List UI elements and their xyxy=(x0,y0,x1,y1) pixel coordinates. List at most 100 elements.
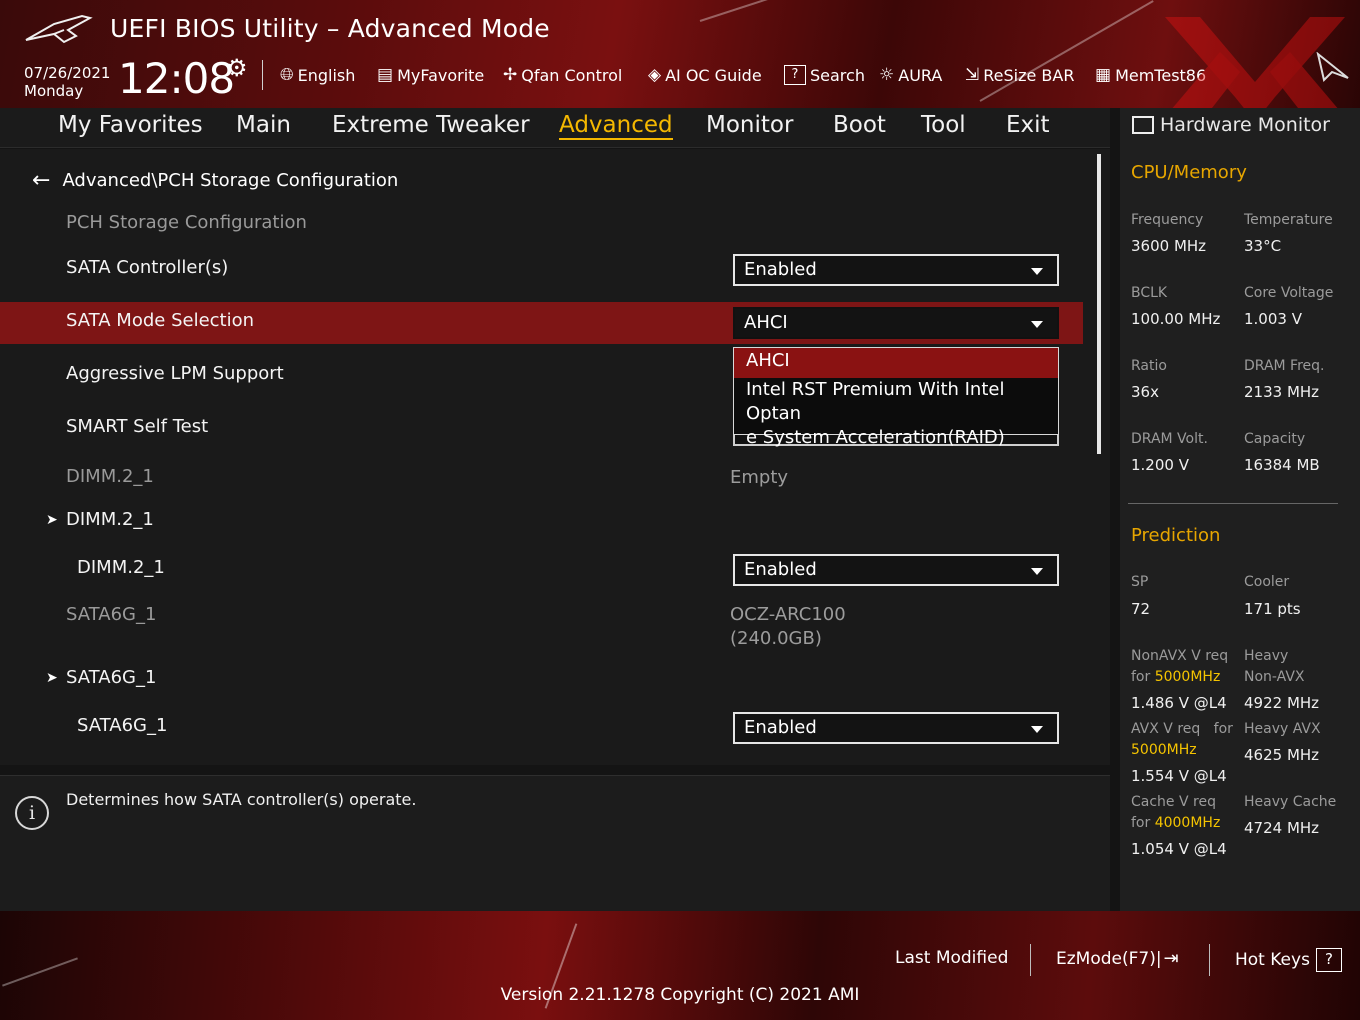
settings-panel xyxy=(0,149,1110,765)
ratio-value: 36x xyxy=(1131,383,1159,401)
tab-my-favorites[interactable]: My Favorites xyxy=(58,112,203,138)
back-arrow-icon[interactable]: ← xyxy=(32,168,50,193)
sata-mode-select[interactable]: AHCI xyxy=(733,307,1059,339)
smart-self-test-label: SMART Self Test xyxy=(66,416,209,437)
scrollbar[interactable] xyxy=(1097,154,1101,454)
dimm-port-value: Enabled xyxy=(744,559,817,580)
qfan-label: Qfan Control xyxy=(521,65,623,85)
expand-arrow-icon[interactable]: ➤ xyxy=(46,670,58,686)
dram-volt-value: 1.200 V xyxy=(1131,456,1189,474)
cache-label-line1: Cache V req xyxy=(1131,794,1216,810)
help-text: Determines how SATA controller(s) operat… xyxy=(66,790,417,809)
sata-mode-value: AHCI xyxy=(744,312,788,333)
aggressive-lpm-label: Aggressive LPM Support xyxy=(66,363,284,384)
tab-main[interactable]: Main xyxy=(236,112,291,138)
tab-advanced[interactable]: Advanced xyxy=(559,112,673,140)
hot-keys-label: Hot Keys xyxy=(1235,950,1310,970)
expand-arrow-icon[interactable]: ➤ xyxy=(46,512,58,528)
search-button[interactable]: ? Search xyxy=(784,62,865,88)
tab-tool[interactable]: Tool xyxy=(921,112,966,138)
app-title: UEFI BIOS Utility – Advanced Mode xyxy=(110,14,550,43)
cache-freq: 4000MHz xyxy=(1154,815,1221,831)
hardware-monitor-title: Hardware Monitor xyxy=(1132,114,1330,136)
cache-value: 1.054 V @L4 xyxy=(1131,840,1227,858)
chevron-down-icon xyxy=(1031,726,1043,733)
resize-bar-label: ReSize BAR xyxy=(983,65,1075,85)
sata-controllers-select[interactable]: Enabled xyxy=(733,254,1059,286)
section-title: PCH Storage Configuration xyxy=(66,212,307,233)
frequency-value: 3600 MHz xyxy=(1131,237,1207,255)
dram-volt-label: DRAM Volt. xyxy=(1131,431,1208,447)
qfan-control-button[interactable]: ✢ Qfan Control xyxy=(503,62,622,88)
ezmode-button[interactable]: EzMode(F7)| ⇥ xyxy=(1056,948,1179,969)
dimm-port-select[interactable]: Enabled xyxy=(733,554,1059,586)
sata-port-value: Enabled xyxy=(744,717,817,738)
heavy-nonavx-value: 4922 MHz xyxy=(1244,694,1320,712)
tab-exit[interactable]: Exit xyxy=(1006,112,1050,138)
dimm-group-label[interactable]: DIMM.2_1 xyxy=(66,509,154,530)
avx-for: for xyxy=(1213,721,1233,737)
rog-logo xyxy=(25,14,93,44)
aura-button[interactable]: ☼ AURA xyxy=(879,62,942,88)
sata-mode-label: SATA Mode Selection xyxy=(66,310,255,331)
tab-monitor[interactable]: Monitor xyxy=(706,112,793,138)
dram-freq-value: 2133 MHz xyxy=(1244,383,1320,401)
heavy-nonavx-line2: Non-AVX xyxy=(1244,669,1305,685)
language-button[interactable]: 🌐︎ English xyxy=(280,62,355,88)
option-ahci[interactable]: AHCI xyxy=(734,348,1058,378)
resize-bar-button[interactable]: ⇲ ReSize BAR xyxy=(965,62,1074,88)
gear-icon[interactable]: ⚙ xyxy=(226,54,248,82)
bclk-label: BCLK xyxy=(1131,285,1168,301)
heavy-nonavx-label: Heavy Non-AVX xyxy=(1244,646,1305,688)
sata-controllers-value: Enabled xyxy=(744,259,817,280)
avx-label-text: AVX V req xyxy=(1131,721,1201,737)
cursor-icon xyxy=(1316,52,1349,82)
sata-group-label[interactable]: SATA6G_1 xyxy=(66,667,156,688)
hot-keys-button[interactable]: Hot Keys ? xyxy=(1235,948,1342,972)
heavy-cache-value: 4724 MHz xyxy=(1244,819,1320,837)
ezmode-label: EzMode(F7)| xyxy=(1056,948,1162,969)
sata-mode-options-popup: AHCI Intel RST Premium With Intel Optan … xyxy=(733,347,1059,448)
core-voltage-label: Core Voltage xyxy=(1244,285,1334,301)
heavy-nonavx-line1: Heavy xyxy=(1244,648,1289,664)
memtest-icon: ▦ xyxy=(1095,65,1112,85)
day-text: Monday xyxy=(24,82,84,100)
heavy-avx-label: Heavy AVX xyxy=(1244,721,1321,737)
footer-divider xyxy=(1209,944,1210,976)
avx-value: 1.554 V @L4 xyxy=(1131,767,1227,785)
sata-port-select[interactable]: Enabled xyxy=(733,712,1059,744)
footer-divider xyxy=(1030,944,1031,976)
dimm-port-label: DIMM.2_1 xyxy=(77,557,165,578)
dimm-info-value: Empty xyxy=(730,467,789,488)
cache-for: for xyxy=(1131,815,1151,831)
ratio-label: Ratio xyxy=(1131,358,1167,374)
sata-port-label: SATA6G_1 xyxy=(77,715,168,736)
date-text: 07/26/2021 xyxy=(24,64,111,82)
nonavx-label: NonAVX V req for 5000MHz xyxy=(1131,646,1228,688)
version-text: Version 2.21.1278 Copyright (C) 2021 AMI xyxy=(500,985,860,1005)
monitor-icon xyxy=(1132,116,1154,134)
sata-drive-size: (240.0GB) xyxy=(730,628,822,649)
bclk-value: 100.00 MHz xyxy=(1131,310,1221,328)
decor-streak xyxy=(699,0,986,22)
language-label: English xyxy=(297,65,356,85)
temperature-value: 33°C xyxy=(1244,237,1282,255)
myfavorite-button[interactable]: ▤ MyFavorite xyxy=(377,62,484,88)
frequency-label: Frequency xyxy=(1131,212,1204,228)
aura-label: AURA xyxy=(898,65,943,85)
chevron-down-icon xyxy=(1031,268,1043,275)
cache-label: Cache V req for 4000MHz xyxy=(1131,792,1220,834)
ai-oc-guide-button[interactable]: ◈ AI OC Guide xyxy=(648,62,762,88)
last-modified-button[interactable]: Last Modified xyxy=(895,948,1008,968)
tab-boot[interactable]: Boot xyxy=(833,112,886,138)
hardware-monitor-title-text: Hardware Monitor xyxy=(1160,114,1330,136)
temperature-label: Temperature xyxy=(1244,212,1333,228)
help-key-icon: ? xyxy=(1315,948,1342,972)
option-intel-rst-raid[interactable]: Intel RST Premium With Intel Optan e Sys… xyxy=(734,378,1058,448)
breadcrumb[interactable]: ← Advanced\PCH Storage Configuration xyxy=(32,168,398,193)
sata-info-value: OCZ-ARC100 (240.0GB) xyxy=(730,603,846,651)
chevron-down-icon xyxy=(1031,568,1043,575)
main-tab-bar: My Favorites Main Extreme Tweaker Advanc… xyxy=(0,108,1110,148)
tab-extreme-tweaker[interactable]: Extreme Tweaker xyxy=(332,112,530,138)
cooler-label: Cooler xyxy=(1244,574,1290,590)
